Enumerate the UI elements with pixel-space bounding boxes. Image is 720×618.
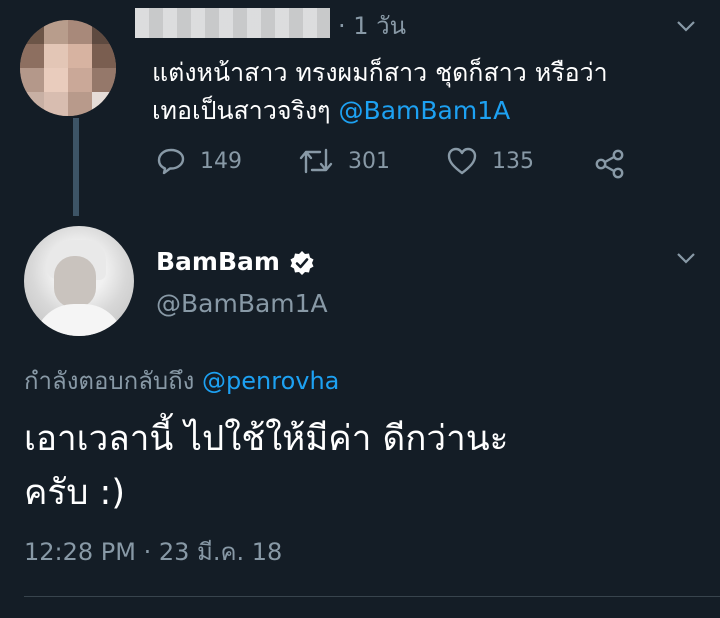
parent-tweet-line2: เทอเป็นสาวจริงๆ @BamBam1A bbox=[152, 92, 692, 130]
tweet-timestamp[interactable]: 12:28 PM · 23 มี.ค. 18 bbox=[24, 534, 282, 570]
replying-to-label: กำลังตอบกลับถึง bbox=[24, 367, 203, 395]
parent-tweet-time: · 1 วัน bbox=[338, 12, 407, 40]
parent-tweet-line1: แต่งหน้าสาว ทรงผมก็สาว ชุดก็สาว หรือว่า bbox=[152, 58, 608, 87]
parent-tweet-line2-text: เทอเป็นสาวจริงๆ bbox=[152, 96, 339, 125]
like-button[interactable]: 135 bbox=[446, 146, 534, 176]
tweet-body-line1: เอาเวลานี้ ไปใช้ให้มีค่า ดีกว่านะ bbox=[24, 419, 509, 459]
replying-to-mention[interactable]: @penrovha bbox=[202, 367, 339, 395]
bambam-avatar[interactable] bbox=[24, 226, 134, 336]
reply-icon bbox=[157, 148, 185, 175]
like-icon bbox=[447, 147, 477, 175]
share-button[interactable] bbox=[594, 148, 640, 180]
like-count: 135 bbox=[492, 148, 534, 174]
retweet-icon bbox=[299, 148, 333, 174]
divider bbox=[24, 596, 720, 597]
retweet-count: 301 bbox=[348, 148, 390, 174]
parent-avatar[interactable] bbox=[20, 20, 116, 116]
verified-badge-icon bbox=[289, 250, 315, 276]
thread-connector bbox=[73, 118, 79, 216]
chevron-down-icon[interactable] bbox=[674, 246, 698, 276]
author-handle[interactable]: @BamBam1A bbox=[156, 287, 328, 321]
tweet-body: เอาเวลานี้ ไปใช้ให้มีค่า ดีกว่านะ ครับ :… bbox=[24, 412, 684, 520]
share-icon bbox=[595, 149, 624, 179]
author-display-name[interactable]: BamBam bbox=[156, 245, 280, 279]
reply-button[interactable]: 149 bbox=[156, 146, 242, 176]
mention-link[interactable]: @BamBam1A bbox=[339, 96, 511, 125]
parent-tweet-text: แต่งหน้าสาว ทรงผมก็สาว ชุดก็สาว หรือว่า … bbox=[152, 54, 692, 130]
chevron-down-icon[interactable] bbox=[674, 14, 698, 44]
parent-author-name-redacted bbox=[135, 8, 330, 38]
retweet-button[interactable]: 301 bbox=[298, 146, 390, 176]
replying-to: กำลังตอบกลับถึง @penrovha bbox=[24, 364, 339, 398]
tweet-body-line2: ครับ :) bbox=[24, 473, 126, 513]
reply-count: 149 bbox=[200, 148, 242, 174]
